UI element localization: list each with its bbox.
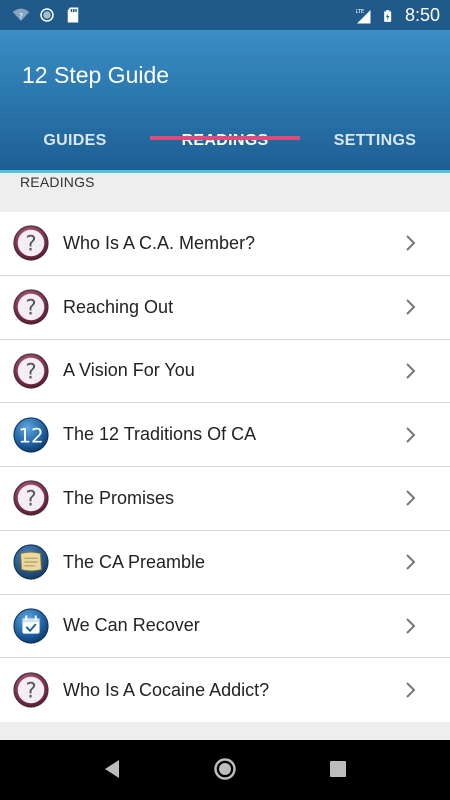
system-nav-bar — [0, 740, 450, 800]
twelve-badge-icon: 12 — [13, 417, 49, 453]
app-bar: 12 Step Guide GUIDES READINGS SETTINGS — [0, 30, 450, 170]
badge-text: 12 — [18, 423, 43, 447]
list-item-ca-preamble[interactable]: The CA Preamble — [0, 531, 450, 595]
svg-text:?: ? — [19, 12, 23, 21]
scroll-icon — [13, 544, 49, 580]
question-icon: ? — [13, 480, 49, 516]
list-item-who-is-cocaine-addict[interactable]: ? Who Is A Cocaine Addict? — [0, 658, 450, 722]
question-icon: ? — [13, 353, 49, 389]
status-right-icons: LTE 8:50 — [351, 5, 440, 26]
question-icon: ? — [13, 225, 49, 261]
status-bar: ? LTE 8:50 — [0, 0, 450, 30]
tab-guides[interactable]: GUIDES — [0, 118, 150, 170]
chevron-right-icon — [406, 426, 416, 443]
chevron-right-icon — [406, 618, 416, 634]
list-item-label: The 12 Traditions Of CA — [63, 424, 257, 445]
svg-text:?: ? — [25, 487, 36, 511]
home-icon[interactable] — [213, 757, 237, 781]
status-time: 8:50 — [404, 5, 440, 25]
list-item-we-can-recover[interactable]: We Can Recover — [0, 595, 450, 659]
chevron-right-icon — [406, 235, 416, 252]
list-item-label: Who Is A Cocaine Addict? — [63, 679, 270, 700]
appbar-accent-line — [0, 170, 450, 173]
readings-list: ? Who Is A C.A. Member? ? Reaching Out ?… — [0, 212, 450, 722]
wifi-unknown-icon: ? — [12, 8, 30, 21]
sync-icon — [40, 8, 54, 22]
list-item-who-is-ca-member[interactable]: ? Who Is A C.A. Member? — [0, 212, 450, 276]
svg-text:?: ? — [25, 296, 36, 320]
chevron-right-icon — [406, 363, 416, 379]
list-item-label: Reaching Out — [63, 296, 174, 317]
calendar-check-icon — [13, 608, 49, 644]
chevron-right-icon — [406, 490, 416, 507]
svg-text:?: ? — [25, 232, 36, 256]
sd-card-icon — [67, 7, 79, 23]
battery-charging-icon — [384, 9, 392, 22]
status-left-icons: ? — [12, 6, 82, 24]
chevron-right-icon — [406, 682, 416, 698]
network-type-label: LTE — [355, 9, 364, 15]
chevron-right-icon — [406, 554, 416, 570]
active-tab-indicator — [150, 136, 300, 140]
list-item-a-vision-for-you[interactable]: ? A Vision For You — [0, 340, 450, 404]
question-icon: ? — [13, 672, 49, 708]
recents-icon[interactable] — [330, 761, 346, 777]
tab-readings[interactable]: READINGS — [150, 118, 300, 170]
chevron-right-icon — [406, 299, 416, 315]
question-icon: ? — [13, 289, 49, 325]
section-header: READINGS — [20, 174, 95, 190]
list-item-reaching-out[interactable]: ? Reaching Out — [0, 276, 450, 340]
svg-text:?: ? — [25, 359, 36, 383]
list-item-label: A Vision For You — [63, 360, 195, 381]
list-item-the-promises[interactable]: ? The Promises — [0, 467, 450, 531]
list-item-12-traditions[interactable]: 12 The 12 Traditions Of CA — [0, 403, 450, 467]
app-title: 12 Step Guide — [22, 62, 170, 88]
lte-signal-icon: LTE — [355, 9, 371, 23]
tab-settings[interactable]: SETTINGS — [300, 118, 450, 170]
svg-text:?: ? — [25, 679, 36, 703]
tab-bar: GUIDES READINGS SETTINGS — [0, 118, 450, 170]
list-item-label: The CA Preamble — [63, 551, 206, 572]
list-item-label: The Promises — [63, 487, 175, 508]
list-item-label: Who Is A C.A. Member? — [63, 232, 256, 253]
list-item-label: We Can Recover — [63, 615, 200, 636]
back-icon[interactable] — [102, 758, 122, 780]
